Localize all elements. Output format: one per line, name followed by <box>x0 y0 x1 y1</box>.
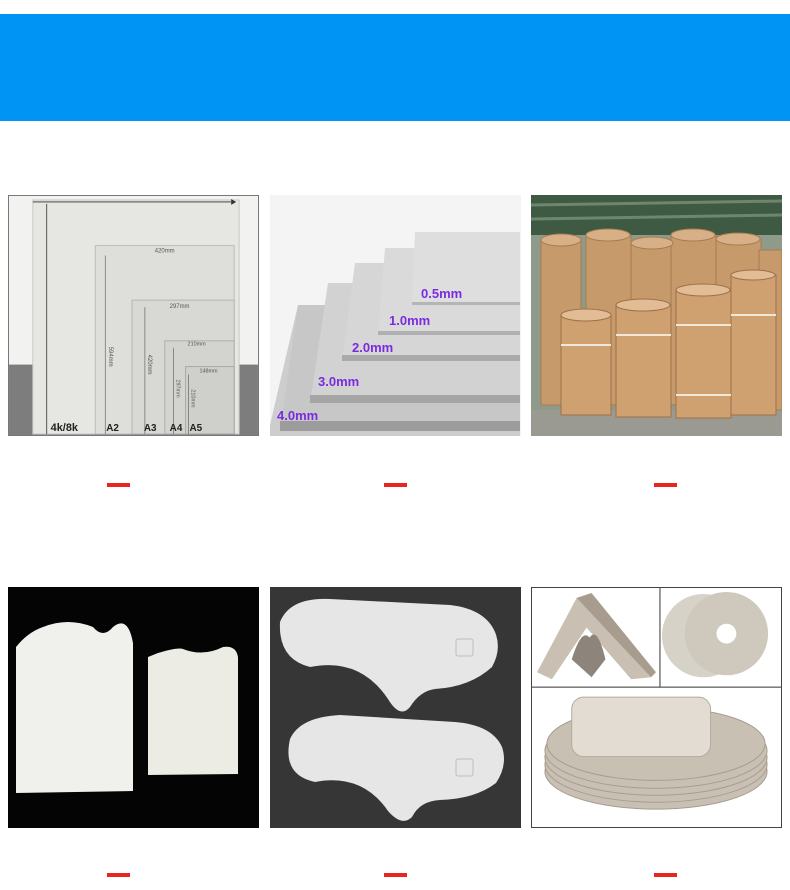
paper-sizes-image: 420mm 297mm 210mm 148mm 594mm 420mm 297m… <box>8 195 259 436</box>
dim-label-a2-width: 420mm <box>155 249 175 255</box>
thickness-label-1-0: 1.0mm <box>389 313 430 328</box>
thickness-label-0-5: 0.5mm <box>421 286 462 301</box>
insole-shapes-graphic <box>270 587 521 828</box>
format-label-a3: A3 <box>144 423 157 434</box>
thickness-graphic: 0.5mm 1.0mm 2.0mm 3.0mm 4.0mm <box>270 195 521 436</box>
dim-label-a3-height: 420mm <box>146 355 152 375</box>
dim-label-a3-width: 297mm <box>170 304 190 310</box>
dim-label-a5-height: 210mm <box>190 389 196 408</box>
insole-shapes-image <box>270 587 521 828</box>
accent-dash-5 <box>384 873 407 877</box>
format-label-a4: A4 <box>170 423 183 434</box>
thickness-image: 0.5mm 1.0mm 2.0mm 3.0mm 4.0mm <box>270 195 521 436</box>
dim-label-a4-height: 297mm <box>175 379 181 398</box>
accent-dash-6 <box>654 873 677 877</box>
dim-label-a2-height: 594mm <box>107 347 113 367</box>
thickness-label-4-0: 4.0mm <box>277 408 318 423</box>
top-banner <box>0 14 790 121</box>
custom-shapes-graphic <box>532 588 781 827</box>
format-label-4k8k: 4k/8k <box>51 422 79 434</box>
paper-rolls-image <box>531 195 782 436</box>
dim-label-a4-width: 210mm <box>188 342 207 348</box>
thickness-label-3-0: 3.0mm <box>318 374 359 389</box>
accent-dash-4 <box>107 873 130 877</box>
accent-dash-2 <box>384 483 407 487</box>
accent-dash-3 <box>654 483 677 487</box>
accent-dash-1 <box>107 483 130 487</box>
dim-label-a5-width: 148mm <box>199 369 218 375</box>
paper-sizes-graphic: 420mm 297mm 210mm 148mm 594mm 420mm 297m… <box>9 196 258 435</box>
thickness-label-2-0: 2.0mm <box>352 340 393 355</box>
format-label-a2: A2 <box>106 423 119 434</box>
sleeve-cards-image <box>8 587 259 828</box>
paper-rolls-graphic <box>531 195 782 436</box>
format-label-a5: A5 <box>190 423 203 434</box>
sleeve-cards-graphic <box>8 587 259 828</box>
custom-shapes-image <box>531 587 782 828</box>
